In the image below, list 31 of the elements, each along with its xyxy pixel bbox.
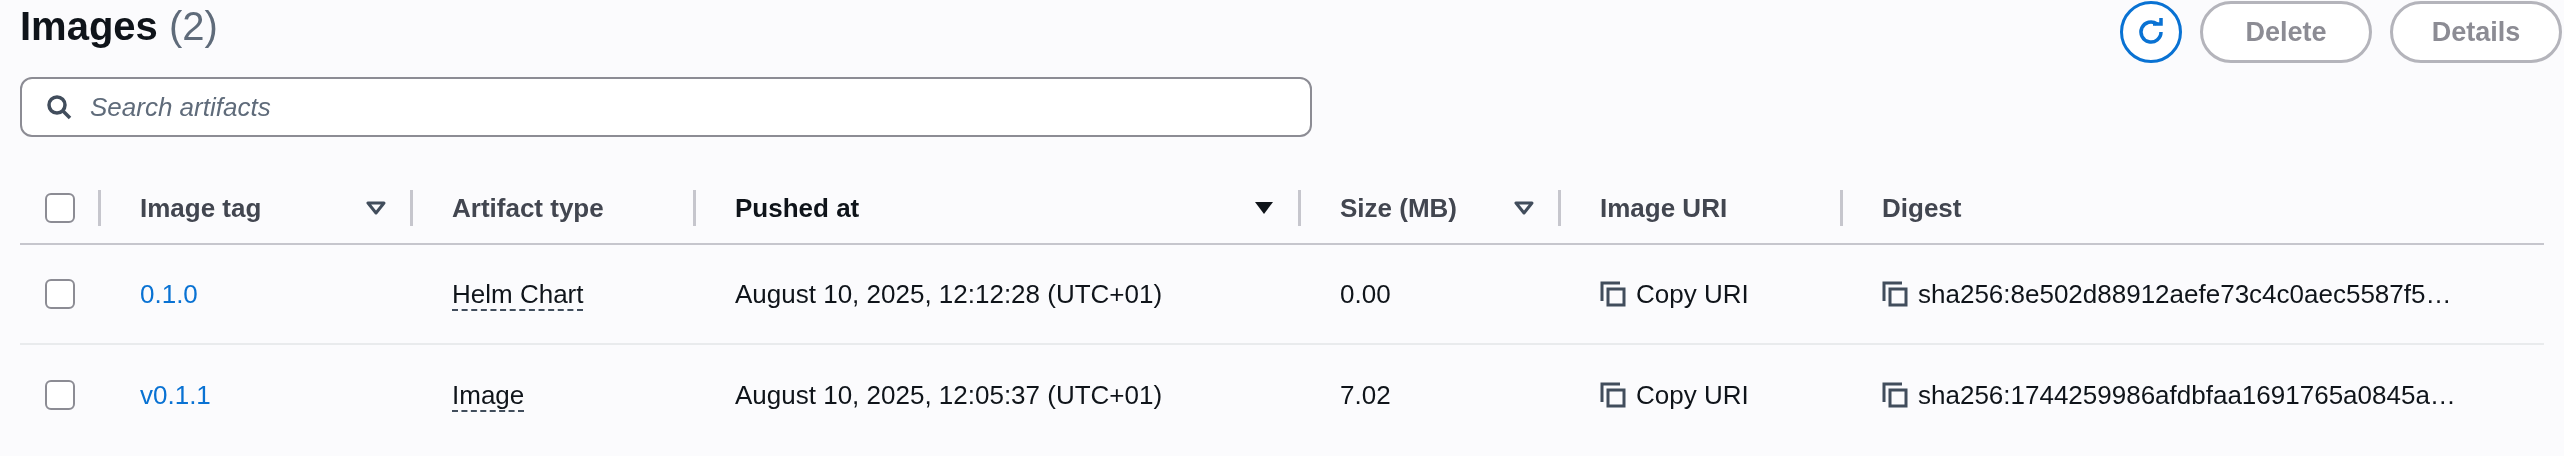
copy-icon bbox=[1600, 281, 1626, 307]
pushed-at: August 10, 2025, 12:12:28 (UTC+01) bbox=[735, 278, 1163, 309]
copy-uri-button[interactable]: Copy URI bbox=[1600, 274, 1749, 314]
checkbox[interactable] bbox=[45, 380, 75, 410]
sort-icon[interactable] bbox=[366, 200, 386, 216]
checkbox[interactable] bbox=[45, 279, 75, 309]
digest: sha256:1744259986afdbfaa1691765a0845a… bbox=[1918, 378, 2456, 412]
column-header: Image URI bbox=[1600, 191, 1728, 225]
copy-uri-button[interactable]: Copy URI bbox=[1600, 375, 1749, 415]
column-header[interactable]: Pushed at bbox=[735, 188, 860, 228]
image-tag-link[interactable]: 0.1.0 bbox=[140, 278, 198, 309]
copy-icon bbox=[1882, 382, 1908, 408]
search-field[interactable]: Search artifacts bbox=[20, 77, 1312, 137]
page-title: Images (2) bbox=[20, 3, 218, 50]
artifact-type: Helm Chart bbox=[452, 278, 584, 311]
sort-icon[interactable] bbox=[1514, 200, 1534, 216]
search-icon bbox=[46, 94, 72, 120]
column-header[interactable]: Size (MB) bbox=[1340, 188, 1457, 228]
pushed-at: August 10, 2025, 12:05:37 (UTC+01) bbox=[735, 379, 1163, 410]
column-header: Artifact type bbox=[452, 191, 604, 225]
image-tag-link[interactable]: v0.1.1 bbox=[140, 379, 211, 410]
checkbox[interactable] bbox=[45, 193, 75, 223]
artifact-type: Image bbox=[452, 379, 525, 412]
size: 0.00 bbox=[1340, 278, 1391, 309]
column-header: Digest bbox=[1882, 191, 1962, 225]
copy-icon bbox=[1600, 382, 1626, 408]
sort-icon[interactable] bbox=[1254, 200, 1274, 216]
column-header[interactable]: Image tag bbox=[140, 188, 262, 228]
copy-icon bbox=[1882, 281, 1908, 307]
digest: sha256:8e502d88912aefe73c4c0aec5587f5… bbox=[1918, 277, 2452, 311]
size: 7.02 bbox=[1340, 379, 1391, 410]
